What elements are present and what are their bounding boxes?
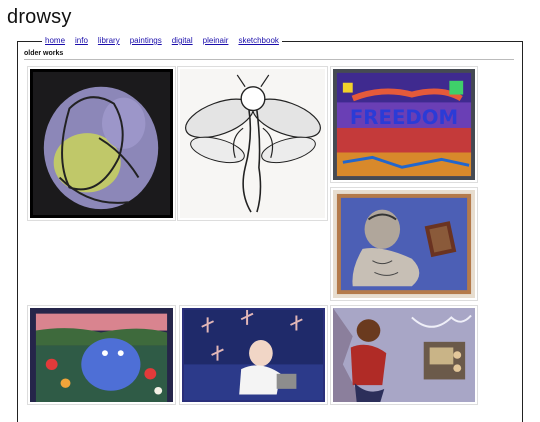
embracing-figures-painting: [30, 69, 173, 218]
tattooed-man-portrait-painting: [333, 190, 475, 298]
gallery-image-5[interactable]: [27, 305, 176, 405]
gallery-image-2[interactable]: [177, 66, 328, 221]
freedom-graffiti-painting: FREEDOM: [333, 69, 475, 180]
bee-woman-ink-drawing: [180, 69, 325, 218]
dragonflies-girl-painting: [182, 308, 325, 402]
section-title: older works: [24, 50, 64, 57]
section-divider: [24, 59, 514, 60]
nav-link-paintings[interactable]: paintings: [130, 36, 162, 48]
nav-link-home[interactable]: home: [45, 36, 65, 48]
nav-link-pleinair[interactable]: pleinair: [203, 36, 229, 48]
nav-link-sketchbook[interactable]: sketchbook: [238, 36, 278, 48]
main-nav: home info library paintings digital plei…: [42, 36, 282, 48]
freedom-painted-text: FREEDOM: [350, 106, 458, 129]
site-title: drowsy: [7, 6, 72, 28]
gallery-image-6[interactable]: [179, 305, 328, 405]
blue-creature-flowers-painting: [30, 308, 173, 402]
gallery-image-3[interactable]: FREEDOM: [330, 66, 478, 183]
gallery-image-4[interactable]: [330, 187, 478, 301]
gallery-image-7[interactable]: [330, 305, 478, 405]
nav-link-info[interactable]: info: [75, 36, 88, 48]
figure-and-radio-painting: [333, 308, 475, 402]
nav-link-digital[interactable]: digital: [172, 36, 193, 48]
nav-link-library[interactable]: library: [98, 36, 120, 48]
gallery-image-1[interactable]: [27, 66, 176, 221]
